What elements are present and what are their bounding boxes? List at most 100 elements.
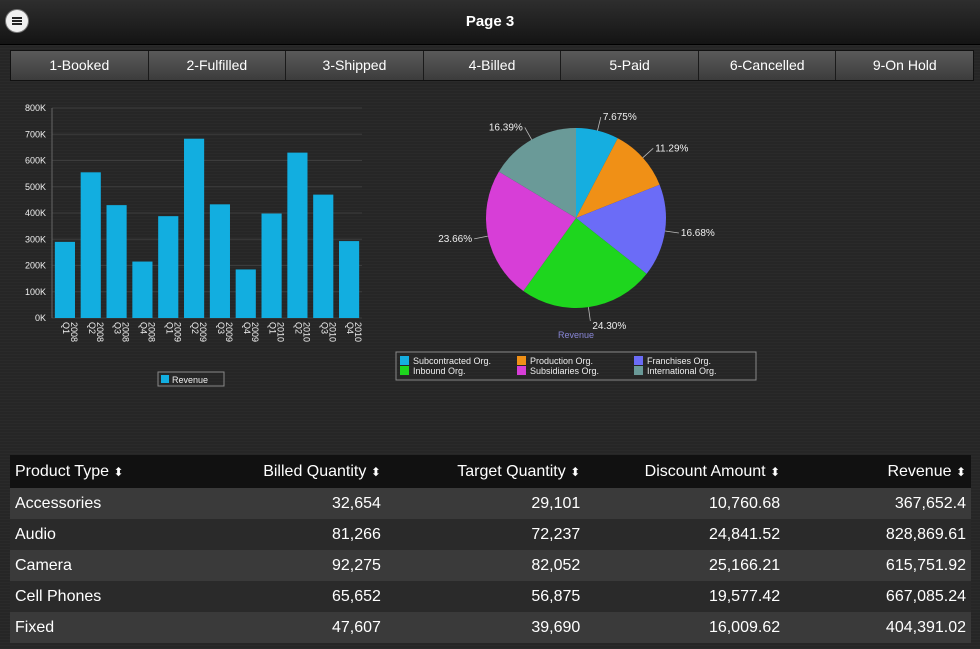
bar-revenue [209, 204, 230, 318]
pie-leader-line [474, 235, 488, 240]
bar-revenue [339, 241, 360, 318]
column-header-billed-quantity[interactable]: Billed Quantity ⬍ [206, 455, 386, 488]
x-tick-year: 2009 [172, 322, 182, 342]
y-tick-label: 400K [25, 208, 46, 218]
x-tick-year: 2008 [95, 322, 105, 342]
column-header-revenue[interactable]: Revenue ⬍ [785, 455, 971, 488]
x-tick-label: Q12010 [268, 322, 286, 342]
cell-revenue: 667,085.24 [885, 587, 966, 605]
cell-discount-amount: 16,009.62 [708, 618, 781, 636]
table-row[interactable]: Audio 81,266 72,237 24,841.52 828,869.61 [10, 519, 971, 550]
title-bar: Page 3 [0, 0, 980, 45]
tab-paid[interactable]: 5-Paid [561, 51, 699, 80]
table-row[interactable]: Camera 92,275 82,052 25,166.21 615,751.92 [10, 550, 971, 581]
x-tick-label: Q32008 [113, 322, 131, 342]
bar-revenue [54, 241, 75, 318]
cell-product-type: Camera [15, 556, 72, 574]
y-tick-label: 700K [25, 129, 46, 139]
y-tick-label: 800K [25, 103, 46, 113]
table-row[interactable]: Fixed 47,607 39,690 16,009.62 404,391.02 [10, 612, 971, 643]
legend-swatch [634, 366, 643, 375]
x-tick-year: 2009 [198, 322, 208, 342]
sort-arrows-icon[interactable]: ⬍ [770, 465, 780, 479]
legend-label: Subcontracted Org. [413, 356, 491, 366]
x-tick-year: 2010 [353, 322, 363, 342]
legend-swatch-revenue [161, 375, 169, 383]
cell-revenue: 404,391.02 [885, 618, 966, 636]
table-row[interactable]: Cell Phones 65,652 56,875 19,577.42 667,085.… [10, 581, 971, 612]
revenue-bar-chart: 0K 100K 200K 300K 400K 500K 600K 700K 800K Q12008… [25, 103, 363, 387]
x-tick-year: 2010 [301, 322, 311, 342]
bar-revenue [235, 269, 256, 318]
x-tick-year: 2009 [224, 322, 234, 342]
page-title: Page 3 [465, 13, 515, 30]
table-header-row: Product Type ⬍ Billed Quantity ⬍ Target … [10, 455, 971, 488]
bar-revenue [287, 152, 308, 318]
cell-product-type: Audio [15, 525, 56, 543]
sort-arrows-icon[interactable]: ⬍ [113, 465, 123, 479]
legend-swatch [634, 356, 643, 365]
bar-revenue [184, 138, 205, 318]
legend-label: Production Org. [530, 356, 593, 366]
tab-on-hold[interactable]: 9-On Hold [836, 51, 974, 80]
sort-arrows-icon[interactable]: ⬍ [570, 465, 580, 479]
cell-revenue: 828,869.61 [885, 525, 966, 543]
column-header-discount-amount[interactable]: Discount Amount ⬍ [585, 455, 785, 488]
cell-target-quantity: 29,101 [531, 494, 581, 512]
column-header-product-type[interactable]: Product Type ⬍ [10, 455, 206, 488]
tab-cancelled[interactable]: 6-Cancelled [698, 51, 837, 80]
cell-billed-quantity: 65,652 [331, 587, 381, 605]
x-tick-year: 2008 [121, 322, 131, 342]
x-tick-year: 2010 [327, 322, 337, 342]
cell-target-quantity: 82,052 [531, 556, 581, 574]
pie-data-label: 23.66% [438, 234, 472, 245]
tab-fulfilled[interactable]: 2-Fulfilled [148, 51, 287, 80]
cell-billed-quantity: 81,266 [331, 525, 381, 543]
legend-label: Inbound Org. [413, 366, 466, 376]
x-tick-label: Q42008 [138, 322, 156, 342]
tab-billed[interactable]: 4-Billed [423, 51, 562, 80]
revenue-pie-chart: 7.675% 11.29% 16.68% 24.30% 23.66% 16.39% Reve… [395, 112, 757, 381]
cell-discount-amount: 19,577.42 [708, 587, 781, 605]
legend-swatch [517, 356, 526, 365]
pie-leader-line [524, 127, 533, 140]
pie-leader-line [642, 148, 654, 159]
cell-billed-quantity: 32,654 [331, 494, 381, 512]
column-header-target-quantity[interactable]: Target Quantity ⬍ [386, 455, 585, 488]
x-tick-label: Q22010 [293, 322, 311, 342]
legend-swatch [400, 356, 409, 365]
tab-shipped[interactable]: 3-Shipped [286, 51, 424, 80]
bar-legend: Revenue [157, 371, 225, 387]
bar-revenue [132, 261, 153, 318]
y-tick-label: 0K [35, 313, 46, 323]
y-tick-label: 300K [25, 234, 46, 244]
sort-arrows-icon[interactable]: ⬍ [371, 465, 381, 479]
cell-revenue: 367,652.4 [894, 494, 966, 512]
cell-product-type: Accessories [15, 494, 102, 512]
hamburger-menu-icon[interactable] [6, 10, 28, 32]
y-tick-label: 600K [25, 156, 46, 166]
table-row[interactable]: Accessories 32,654 29,101 10,760.68 367,652.… [10, 488, 971, 519]
status-tabs: 1-Booked 2-Fulfilled 3-Shipped 4-Billed … [10, 50, 974, 81]
pie-leader-line [588, 307, 591, 322]
sort-arrows-icon[interactable]: ⬍ [956, 465, 966, 479]
pie-data-label: 16.39% [489, 122, 523, 133]
cell-revenue: 615,751.92 [885, 556, 966, 574]
pie-data-label: 24.30% [592, 321, 626, 332]
cell-product-type: Fixed [15, 618, 55, 636]
cell-discount-amount: 25,166.21 [708, 556, 781, 574]
cell-billed-quantity: 47,607 [331, 618, 381, 636]
pie-data-label: 16.68% [681, 228, 715, 239]
table-body: Accessories 32,654 29,101 10,760.68 367,652.… [10, 488, 971, 643]
pie-leader-line [597, 116, 602, 131]
pie-subtitle: Revenue [558, 330, 594, 340]
bar-revenue [261, 213, 282, 318]
cell-discount-amount: 24,841.52 [708, 525, 781, 543]
x-tick-year: 2009 [250, 322, 260, 342]
pie-data-label: 11.29% [655, 143, 688, 154]
x-tick-label: Q42009 [242, 322, 260, 342]
x-tick-year: 2008 [69, 322, 79, 342]
legend-swatch [400, 366, 409, 375]
cell-target-quantity: 72,237 [531, 525, 581, 543]
tab-booked[interactable]: 1-Booked [11, 51, 149, 80]
